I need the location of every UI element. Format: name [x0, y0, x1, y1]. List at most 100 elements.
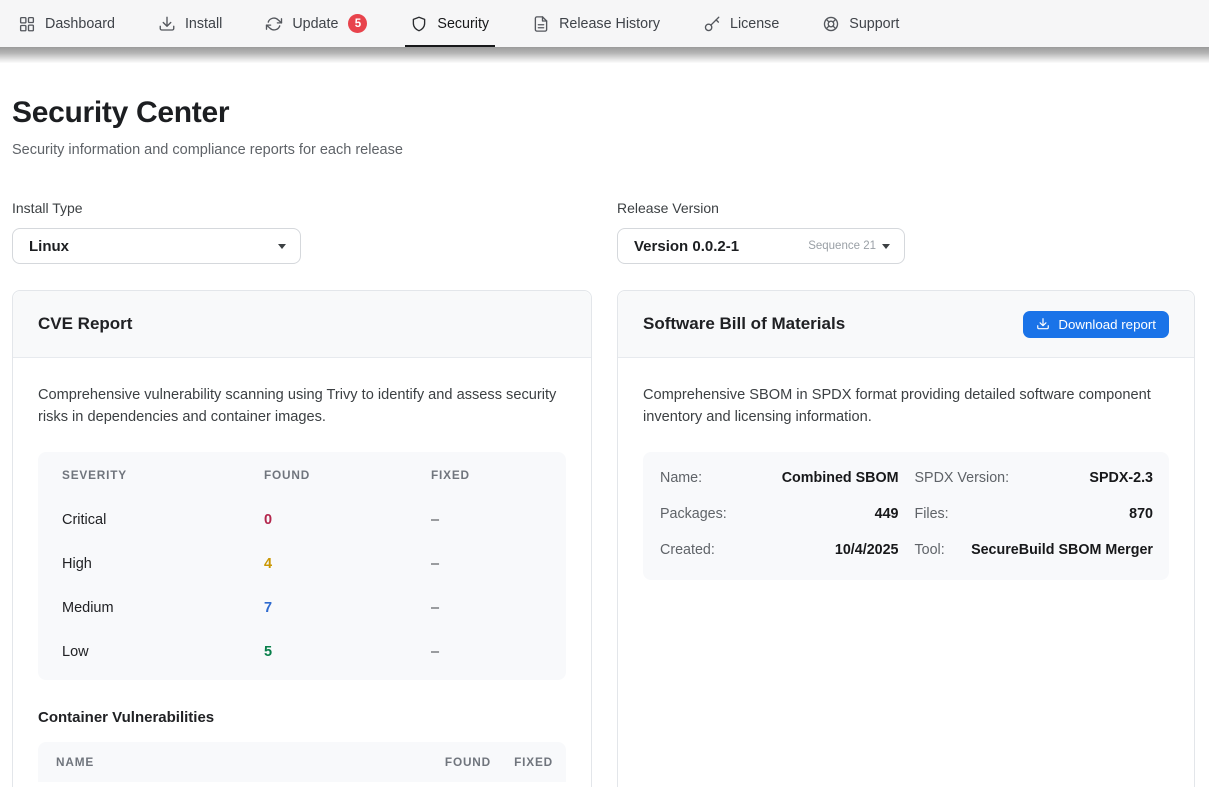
severity-table: SEVERITY FOUND FIXED Critical 0 – High 4…	[38, 452, 566, 680]
field-label: Files:	[915, 506, 949, 522]
severity-label: High	[62, 556, 264, 572]
update-count-badge: 5	[348, 14, 367, 33]
nav-item-release-history[interactable]: Release History	[532, 0, 660, 47]
col-header-fixed: FIXED	[431, 468, 542, 482]
found-count: 5	[264, 644, 431, 660]
sbom-description: Comprehensive SBOM in SPDX format provid…	[643, 385, 1169, 428]
page-subtitle: Security information and compliance repo…	[12, 140, 1195, 160]
severity-label: Critical	[62, 512, 264, 528]
col-header-fixed: FIXED	[491, 755, 553, 769]
field-value: SPDX-2.3	[1089, 470, 1153, 486]
sbom-packages-pair: Packages: 449	[660, 506, 899, 522]
release-version-value: Version 0.0.2-1	[634, 238, 739, 255]
sbom-spdx-pair: SPDX Version: SPDX-2.3	[915, 470, 1154, 486]
release-version-filter: Release Version Version 0.0.2-1 Sequence…	[617, 200, 1195, 264]
nav-item-update[interactable]: Update 5	[265, 0, 367, 47]
download-icon	[158, 15, 176, 33]
file-text-icon	[532, 15, 550, 33]
cve-card-header: CVE Report	[13, 291, 591, 358]
col-header-name: NAME	[56, 755, 419, 769]
found-count: 0	[264, 512, 431, 528]
table-row-high: High 4 –	[38, 542, 566, 586]
key-icon	[703, 15, 721, 33]
container-vulnerabilities-title: Container Vulnerabilities	[38, 709, 566, 726]
sbom-files-pair: Files: 870	[915, 506, 1154, 522]
nav-item-security[interactable]: Security	[410, 0, 489, 47]
install-type-select[interactable]: Linux	[12, 228, 301, 264]
nav-label-release-history: Release History	[559, 16, 660, 32]
fixed-count: –	[431, 512, 542, 528]
page-title: Security Center	[12, 97, 1195, 129]
severity-label: Low	[62, 644, 264, 660]
install-type-label: Install Type	[12, 200, 592, 217]
sbom-info-table: Name: Combined SBOM SPDX Version: SPDX-2…	[643, 452, 1169, 580]
sbom-tool-pair: Tool: SecureBuild SBOM Merger	[915, 542, 1154, 558]
fixed-count: –	[431, 556, 542, 572]
nav-label-update: Update	[292, 16, 338, 32]
found-count: 7	[264, 600, 431, 616]
field-label: Created:	[660, 542, 715, 558]
field-value: SecureBuild SBOM Merger	[971, 542, 1153, 558]
field-label: Packages:	[660, 506, 727, 522]
report-cards-row: CVE Report Comprehensive vulnerability s…	[12, 290, 1195, 787]
table-row-critical: Critical 0 –	[38, 498, 566, 542]
nav-item-dashboard[interactable]: Dashboard	[18, 0, 115, 47]
chevron-down-icon	[278, 244, 286, 249]
found-count: 4	[264, 556, 431, 572]
release-sequence: Sequence 21	[808, 240, 890, 252]
col-header-found: FOUND	[419, 755, 491, 769]
dashboard-grid-icon	[18, 15, 36, 33]
nav-label-dashboard: Dashboard	[45, 16, 115, 32]
download-report-label: Download report	[1058, 317, 1156, 332]
top-navigation: Dashboard Install Update 5 Security Rele…	[0, 0, 1209, 47]
field-label: SPDX Version:	[915, 470, 1010, 486]
sbom-card-body: Comprehensive SBOM in SPDX format provid…	[618, 358, 1194, 580]
sbom-card: Software Bill of Materials Download repo…	[617, 290, 1195, 787]
field-value: 10/4/2025	[835, 542, 899, 558]
cve-report-card: CVE Report Comprehensive vulnerability s…	[12, 290, 592, 787]
sbom-card-header: Software Bill of Materials Download repo…	[618, 291, 1194, 358]
install-type-value: Linux	[29, 238, 69, 255]
field-label: Name:	[660, 470, 702, 486]
install-type-filter: Install Type Linux	[12, 200, 592, 264]
sbom-card-title: Software Bill of Materials	[643, 314, 845, 334]
table-row-medium: Medium 7 –	[38, 586, 566, 630]
severity-label: Medium	[62, 600, 264, 616]
field-value: Combined SBOM	[782, 470, 899, 486]
sbom-name-pair: Name: Combined SBOM	[660, 470, 899, 486]
sbom-created-pair: Created: 10/4/2025	[660, 542, 899, 558]
nav-item-install[interactable]: Install	[158, 0, 222, 47]
download-icon	[1036, 317, 1050, 331]
cve-card-body: Comprehensive vulnerability scanning usi…	[13, 358, 591, 782]
col-header-severity: SEVERITY	[62, 468, 264, 482]
filters-row: Install Type Linux Release Version Versi…	[12, 200, 1195, 264]
col-header-found: FOUND	[264, 468, 431, 482]
chevron-down-icon	[882, 244, 890, 249]
table-row-low: Low 5 –	[38, 630, 566, 674]
download-report-button[interactable]: Download report	[1023, 311, 1169, 338]
nav-item-support[interactable]: Support	[822, 0, 899, 47]
nav-label-support: Support	[849, 16, 899, 32]
main-content: Security Center Security information and…	[0, 97, 1209, 787]
table-row: Created: 10/4/2025 Tool: SecureBuild SBO…	[660, 532, 1153, 568]
field-label: Tool:	[915, 542, 945, 558]
container-vulnerabilities-header: NAME FOUND FIXED	[38, 742, 566, 782]
life-buoy-icon	[822, 15, 840, 33]
nav-item-license[interactable]: License	[703, 0, 779, 47]
nav-label-install: Install	[185, 16, 222, 32]
refresh-icon	[265, 15, 283, 33]
nav-label-license: License	[730, 16, 779, 32]
field-value: 870	[1129, 506, 1153, 522]
fixed-count: –	[431, 644, 542, 660]
fixed-count: –	[431, 600, 542, 616]
cve-description: Comprehensive vulnerability scanning usi…	[38, 385, 566, 428]
cve-card-title: CVE Report	[38, 314, 132, 334]
table-row: Packages: 449 Files: 870	[660, 496, 1153, 532]
release-version-select[interactable]: Version 0.0.2-1 Sequence 21	[617, 228, 905, 264]
release-sequence-label: Sequence 21	[808, 240, 876, 252]
release-version-label: Release Version	[617, 200, 1195, 217]
field-value: 449	[875, 506, 899, 522]
table-row: Name: Combined SBOM SPDX Version: SPDX-2…	[660, 460, 1153, 496]
nav-shadow-divider	[0, 47, 1209, 63]
shield-icon	[410, 15, 428, 33]
